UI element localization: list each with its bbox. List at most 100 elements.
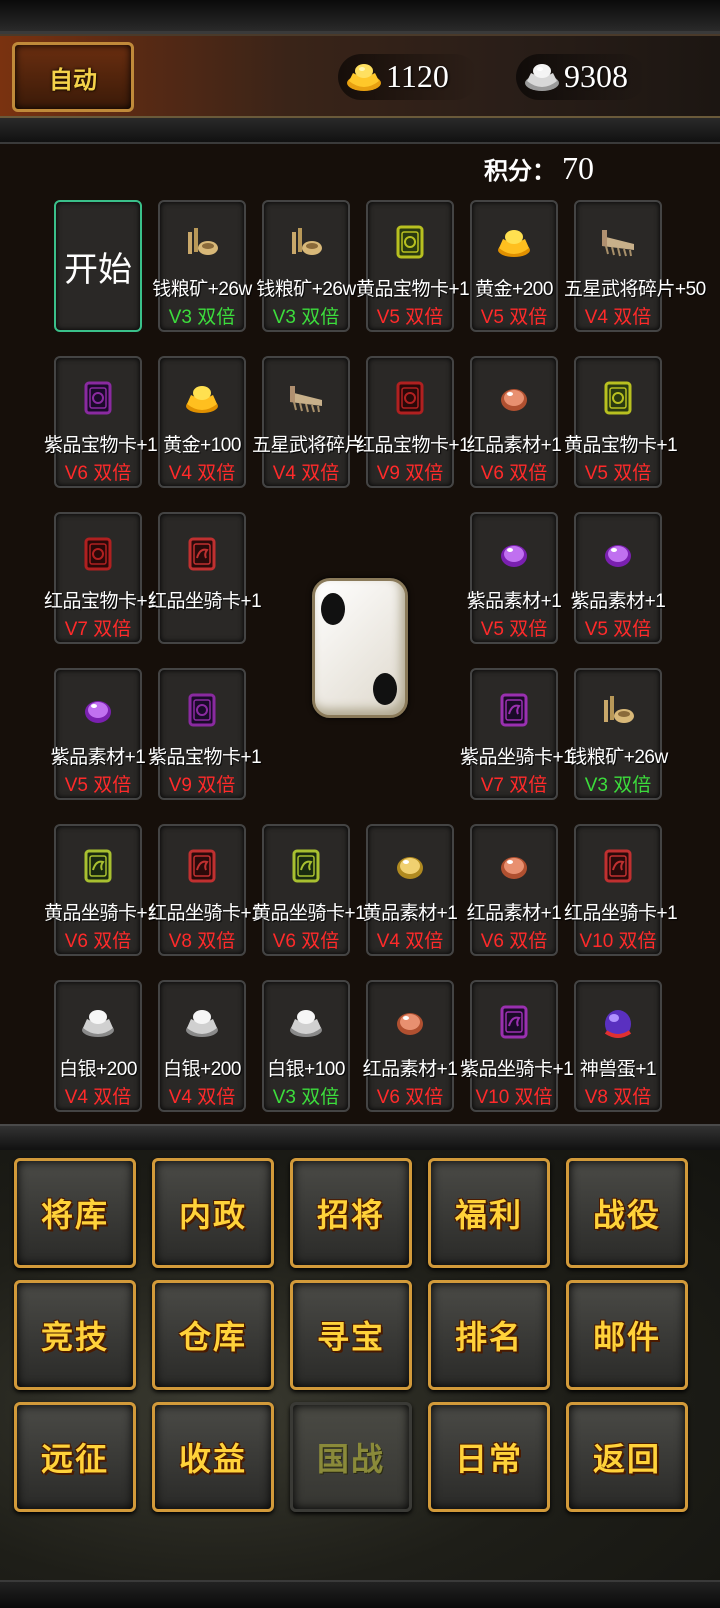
vip-double-label: V5 双倍	[584, 619, 652, 640]
vip-double-label: V4 双倍	[272, 463, 340, 484]
reward-cell[interactable]: 白银+100 V3 双倍	[262, 980, 350, 1112]
vip-double-label: V5 双倍	[64, 775, 132, 796]
reward-cell[interactable]: 红品宝物卡+1 V7 双倍	[44, 512, 158, 644]
purple-mount-card-icon	[472, 1000, 556, 1044]
vip-double-label: V5 双倍	[584, 463, 652, 484]
treasure-hunt-button[interactable]: 寻宝	[290, 1280, 412, 1390]
dice-pip	[321, 593, 345, 625]
yellow-material-icon	[368, 844, 452, 888]
reward-cell[interactable]: 五星武将碎片+50 V4 双倍	[252, 356, 394, 488]
generals-button[interactable]: 将库	[14, 1158, 136, 1268]
reward-cell[interactable]: 黄品宝物卡+1 V5 双倍	[356, 200, 470, 332]
red-material-icon	[472, 376, 556, 420]
reward-cell[interactable]: 黄品坐骑卡+1 V6 双倍	[44, 824, 158, 956]
red-material-icon	[472, 844, 556, 888]
silver-ingot-icon	[264, 1000, 348, 1044]
reward-cell[interactable]: 红品素材+1 V6 双倍	[363, 980, 458, 1112]
reward-cell[interactable]: 紫品坐骑卡+1 V7 双倍	[460, 668, 574, 800]
reward-cell[interactable]: 红品坐骑卡+1 V10 双倍	[564, 824, 678, 956]
silver-counter: 9308	[522, 48, 628, 104]
top-divider	[0, 118, 720, 144]
vip-double-label: V9 双倍	[168, 775, 236, 796]
reward-label: 神兽蛋+1	[579, 1059, 657, 1080]
silver-ingot-icon	[160, 1000, 244, 1044]
recruit-button[interactable]: 招将	[290, 1158, 412, 1268]
arena-button-label: 竞技	[40, 1318, 109, 1356]
reward-cell[interactable]: 黄品宝物卡+1 V5 双倍	[564, 356, 678, 488]
reward-cell[interactable]: 红品素材+1 V6 双倍	[467, 824, 562, 956]
purple-mount-card-icon	[472, 688, 556, 732]
welfare-button[interactable]: 福利	[428, 1158, 550, 1268]
reward-label: 红品素材+1	[466, 435, 562, 456]
warehouse-button[interactable]: 仓库	[152, 1280, 274, 1390]
auto-button-label: 自动	[49, 64, 97, 94]
reward-cell[interactable]: 黄品坐骑卡+1 V6 双倍	[252, 824, 366, 956]
reward-cell[interactable]: 紫品宝物卡+1 V9 双倍	[148, 668, 262, 800]
reward-cell[interactable]: 钱粮矿+26w V3 双倍	[256, 200, 356, 332]
reward-cell[interactable]: 黄金+200 V5 双倍	[470, 200, 558, 332]
domestic-button[interactable]: 内政	[152, 1158, 274, 1268]
domestic-button-label: 内政	[178, 1196, 247, 1234]
reward-cell[interactable]: 神兽蛋+1 V8 双倍	[574, 980, 662, 1112]
purple-material-icon	[472, 532, 556, 576]
vip-double-label: V10 双倍	[579, 931, 657, 952]
reward-cell[interactable]: 紫品素材+1 V5 双倍	[467, 512, 562, 644]
reward-cell[interactable]: 红品宝物卡+1 V9 双倍	[356, 356, 470, 488]
ranking-button-label: 排名	[454, 1318, 523, 1356]
back-button-label: 返回	[592, 1440, 661, 1478]
reward-cell[interactable]: 白银+200 V4 双倍	[158, 980, 246, 1112]
mail-button[interactable]: 邮件	[566, 1280, 688, 1390]
reward-label: 黄品坐骑卡+1	[252, 903, 366, 924]
auto-button[interactable]: 自动	[12, 42, 134, 112]
dice-pip	[373, 673, 397, 705]
grain-ore-icon	[264, 220, 348, 264]
nation-war-button[interactable]: 国战	[290, 1402, 412, 1512]
recruit-button-label: 招将	[316, 1196, 385, 1234]
back-button[interactable]: 返回	[566, 1402, 688, 1512]
income-button[interactable]: 收益	[152, 1402, 274, 1512]
reward-label: 黄品宝物卡+1	[564, 435, 678, 456]
start-cell[interactable]: 开始	[54, 200, 142, 332]
start-label: 开始	[64, 251, 132, 289]
reward-label: 五星武将碎片+50	[252, 435, 394, 456]
daily-button[interactable]: 日常	[428, 1402, 550, 1512]
reward-cell[interactable]: 紫品坐骑卡+1 V10 双倍	[460, 980, 574, 1112]
reward-cell[interactable]: 黄金+100 V4 双倍	[158, 356, 246, 488]
reward-label: 红品宝物卡+1	[44, 591, 158, 612]
reward-cell[interactable]: 钱粮矿+26w V3 双倍	[568, 668, 668, 800]
reward-cell[interactable]: 紫品素材+1 V5 双倍	[51, 668, 146, 800]
vip-double-label: V3 双倍	[272, 307, 340, 328]
reward-label: 红品素材+1	[362, 1059, 458, 1080]
vip-double-label: V5 双倍	[480, 619, 548, 640]
gold-ingot-icon	[472, 220, 556, 264]
top-frame	[0, 0, 720, 34]
reward-label: 红品坐骑卡+1	[148, 903, 262, 924]
income-button-label: 收益	[178, 1440, 247, 1478]
ranking-button[interactable]: 排名	[428, 1280, 550, 1390]
campaign-button[interactable]: 战役	[566, 1158, 688, 1268]
reward-label: 黄金+200	[475, 279, 553, 300]
red-mount-card-icon	[160, 532, 244, 576]
reward-cell[interactable]: 紫品宝物卡+1 V6 双倍	[44, 356, 158, 488]
dice[interactable]	[312, 578, 408, 718]
arena-button[interactable]: 竞技	[14, 1280, 136, 1390]
reward-label: 紫品素材+1	[50, 747, 146, 768]
reward-cell[interactable]: 紫品素材+1 V5 双倍	[571, 512, 666, 644]
vip-double-label: V6 双倍	[480, 463, 548, 484]
expedition-button[interactable]: 远征	[14, 1402, 136, 1512]
reward-cell[interactable]: 红品素材+1 V6 双倍	[467, 356, 562, 488]
vip-double-label: V10 双倍	[475, 1087, 553, 1108]
reward-cell[interactable]: 红品坐骑卡+1 V8 双倍	[148, 824, 262, 956]
reward-cell[interactable]: 红品坐骑卡+1	[148, 512, 262, 644]
general-fragment-icon	[264, 376, 348, 420]
reward-cell[interactable]: 白银+200 V4 双倍	[54, 980, 142, 1112]
daily-button-label: 日常	[454, 1440, 523, 1478]
gold-ingot-icon	[344, 56, 384, 96]
vip-double-label: V4 双倍	[584, 307, 652, 328]
reward-cell[interactable]: 黄品素材+1 V4 双倍	[363, 824, 458, 956]
reward-cell[interactable]: 钱粮矿+26w V3 双倍	[152, 200, 252, 332]
reward-cell[interactable]: 五星武将碎片+50 V4 双倍	[564, 200, 706, 332]
vip-double-label: V7 双倍	[64, 619, 132, 640]
beast-egg-icon	[576, 1000, 660, 1044]
vip-double-label: V6 双倍	[64, 931, 132, 952]
